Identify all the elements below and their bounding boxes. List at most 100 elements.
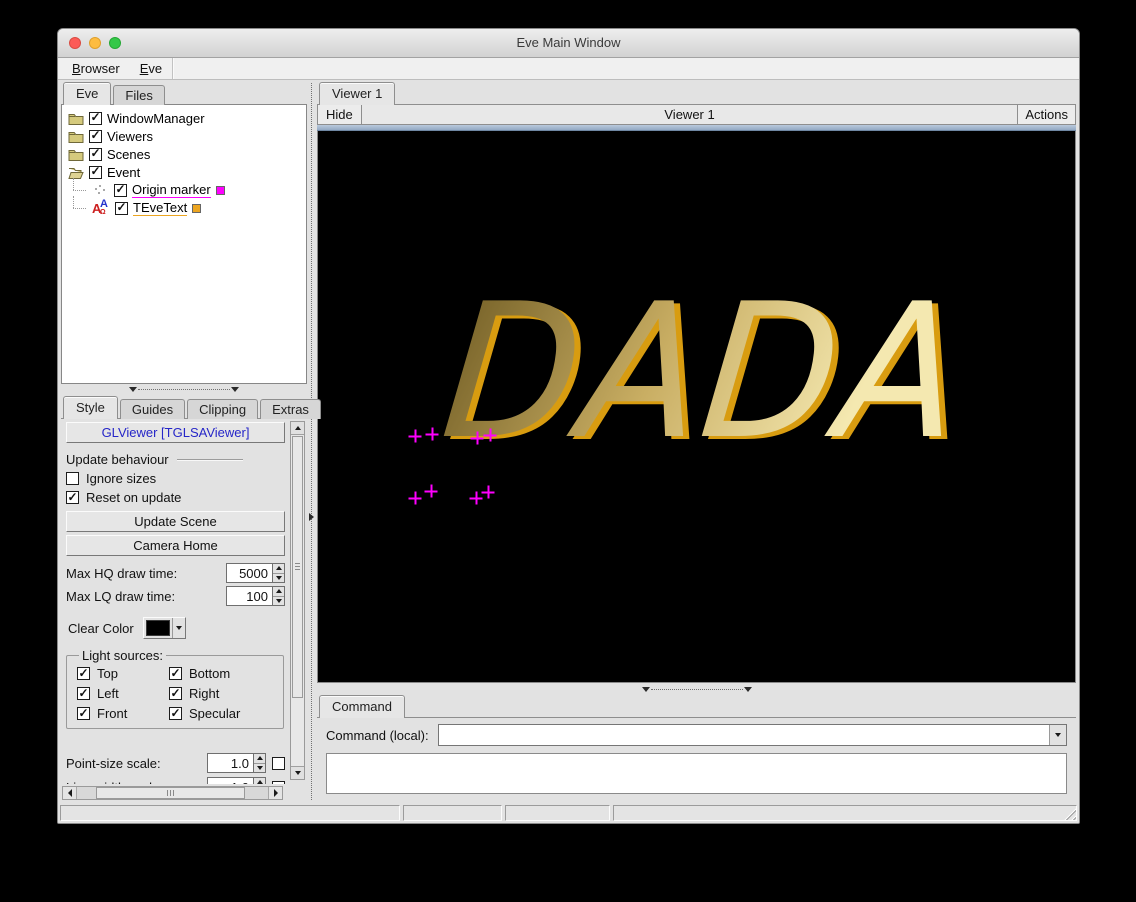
tree-item-label[interactable]: Origin marker <box>132 182 211 198</box>
line-width-spinner: 1.0 <box>207 777 266 784</box>
light-bottom-checkbox[interactable]: ✓ <box>169 667 182 680</box>
tree-item-viewers[interactable]: ✓ Viewers <box>62 127 306 145</box>
spinner-value[interactable]: 100 <box>226 586 272 606</box>
light-left-checkbox[interactable]: ✓ <box>77 687 90 700</box>
command-output[interactable] <box>326 753 1067 794</box>
tree-item-scenes[interactable]: ✓ Scenes <box>62 145 306 163</box>
horizontal-scrollbar[interactable] <box>62 786 283 800</box>
check-mark: ✓ <box>90 147 100 159</box>
spinner-value[interactable]: 1.0 <box>207 777 253 784</box>
scroll-left-button[interactable] <box>63 787 77 799</box>
scroll-down-button[interactable] <box>291 766 304 779</box>
scrollbar-track[interactable] <box>77 787 268 799</box>
light-specular-checkbox[interactable]: ✓ <box>169 707 182 720</box>
clear-color-picker[interactable] <box>143 617 186 639</box>
scrollbar-thumb[interactable] <box>96 787 245 799</box>
ignore-sizes-checkbox[interactable] <box>66 472 79 485</box>
check-mark: ✓ <box>78 687 88 699</box>
point-size-checkbox[interactable] <box>272 757 285 770</box>
spinner-value[interactable]: 1.0 <box>207 753 253 773</box>
glviewer-button[interactable]: GLViewer [TGLSAViewer] <box>66 422 285 443</box>
font-icon: AAΩ <box>92 200 110 216</box>
tree-item-label[interactable]: Scenes <box>107 147 150 162</box>
tab-extras[interactable]: Extras <box>260 399 321 419</box>
arrow-up-icon <box>276 566 282 570</box>
tab-viewer-1[interactable]: Viewer 1 <box>319 82 395 105</box>
checkbox[interactable]: ✓ <box>114 184 127 197</box>
tree-item-tevetext[interactable]: AAΩ ✓ TEveText <box>62 199 306 217</box>
viewer-bottom-splitter[interactable] <box>317 683 1076 695</box>
tab-command[interactable]: Command <box>319 695 405 718</box>
thumb-grip <box>295 563 300 571</box>
minimize-button[interactable] <box>89 37 101 49</box>
checkbox[interactable]: ✓ <box>89 166 102 179</box>
scroll-up-button[interactable] <box>291 422 304 435</box>
tree-item-label[interactable]: WindowManager <box>107 111 205 126</box>
tab-files[interactable]: Files <box>113 85 164 105</box>
spin-down-button[interactable] <box>273 596 284 606</box>
color-swatch[interactable] <box>192 204 201 213</box>
light-front-checkbox[interactable]: ✓ <box>77 707 90 720</box>
vertical-splitter[interactable] <box>307 80 317 803</box>
status-section <box>505 805 610 821</box>
tree-item-label[interactable]: Viewers <box>107 129 153 144</box>
checkbox-label: Front <box>97 706 127 721</box>
checkbox[interactable]: ✓ <box>115 202 128 215</box>
light-right-row: ✓ Right <box>169 686 279 701</box>
tree-item-windowmanager[interactable]: ✓ WindowManager <box>62 109 306 127</box>
spin-down-button[interactable] <box>273 573 284 583</box>
menu-eve[interactable]: Eve <box>130 58 172 79</box>
light-top-checkbox[interactable]: ✓ <box>77 667 90 680</box>
checkbox[interactable]: ✓ <box>89 130 102 143</box>
tab-style[interactable]: Style <box>63 396 118 419</box>
actions-button[interactable]: Actions <box>1017 105 1075 124</box>
vertical-scrollbar[interactable] <box>290 421 305 780</box>
gl-viewport[interactable]: DADA DADA <box>317 131 1076 683</box>
check-mark: ✓ <box>90 111 100 123</box>
viewer-title: Viewer 1 <box>362 105 1018 124</box>
folder-icon <box>67 148 84 161</box>
tree-item-event[interactable]: ✓ Event <box>62 163 306 181</box>
tab-eve[interactable]: Eve <box>63 82 111 105</box>
folder-icon <box>67 130 84 143</box>
combo-dropdown-button[interactable] <box>1049 725 1066 745</box>
tab-guides[interactable]: Guides <box>120 399 185 419</box>
checkbox[interactable]: ✓ <box>89 148 102 161</box>
origin-marker-point <box>409 492 422 505</box>
color-swatch[interactable] <box>216 186 225 195</box>
tree-item-label[interactable]: TEveText <box>133 200 187 216</box>
title-bar[interactable]: Eve Main Window <box>58 29 1079 58</box>
splitter-dots <box>311 83 312 800</box>
close-button[interactable] <box>69 37 81 49</box>
command-input[interactable] <box>439 725 1049 745</box>
spin-up-button[interactable] <box>254 778 265 784</box>
spinner-value[interactable]: 5000 <box>226 563 272 583</box>
menu-browser[interactable]: Browser <box>62 58 130 79</box>
spin-down-button[interactable] <box>254 763 265 773</box>
scrollbar-thumb[interactable] <box>292 436 303 698</box>
hide-button[interactable]: Hide <box>318 105 362 124</box>
light-right-checkbox[interactable]: ✓ <box>169 687 182 700</box>
line-width-checkbox[interactable] <box>272 781 285 785</box>
tab-clipping[interactable]: Clipping <box>187 399 258 419</box>
reset-on-update-checkbox[interactable]: ✓ <box>66 491 79 504</box>
group-title: Update behaviour <box>66 452 169 467</box>
camera-home-button[interactable]: Camera Home <box>66 535 285 556</box>
tree-item-label[interactable]: Event <box>107 165 140 180</box>
resize-grip[interactable] <box>1061 805 1076 820</box>
spin-up-button[interactable] <box>254 754 265 763</box>
horizontal-splitter[interactable] <box>61 384 307 394</box>
zoom-button[interactable] <box>109 37 121 49</box>
checkbox[interactable]: ✓ <box>89 112 102 125</box>
tree-item-origin-marker[interactable]: ✓ Origin marker <box>62 181 306 199</box>
update-scene-button[interactable]: Update Scene <box>66 511 285 532</box>
color-dropdown-button[interactable] <box>172 618 185 638</box>
check-mark: ✓ <box>170 687 180 699</box>
light-top-row: ✓ Top <box>77 666 169 681</box>
spin-up-button[interactable] <box>273 564 284 573</box>
point-size-spinner: 1.0 <box>207 753 266 773</box>
scroll-right-button[interactable] <box>268 787 282 799</box>
splitter-arrow-icon <box>744 687 752 692</box>
spin-up-button[interactable] <box>273 587 284 596</box>
reset-on-update-row: ✓ Reset on update <box>66 490 285 505</box>
